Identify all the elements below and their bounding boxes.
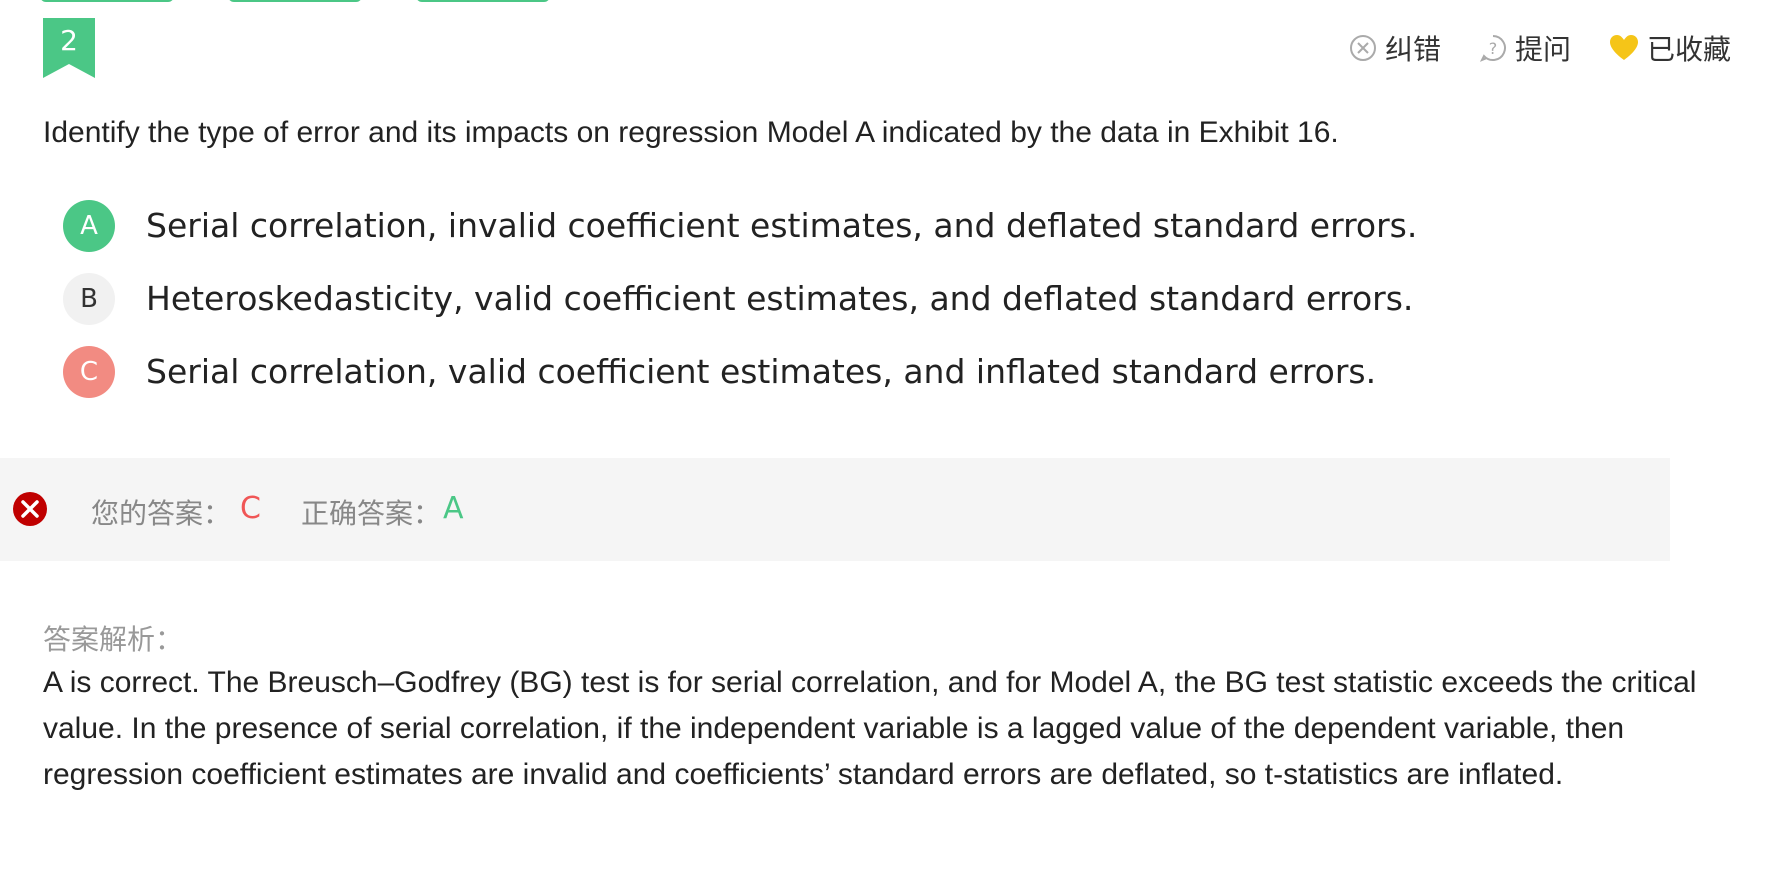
- question-text: Identify the type of error and its impac…: [43, 116, 1339, 149]
- option-a[interactable]: A Serial correlation, invalid coefficien…: [63, 189, 1417, 262]
- question-number-badge: 2: [43, 18, 95, 78]
- explanation-label: 答案解析：: [43, 623, 184, 656]
- report-error-button[interactable]: 纠错: [1349, 28, 1441, 68]
- option-c-badge: C: [63, 345, 115, 398]
- close-circle-icon: [1349, 35, 1376, 61]
- ask-question-label: 提问: [1514, 33, 1571, 66]
- ask-question-button[interactable]: ? 提问: [1479, 28, 1571, 68]
- report-error-label: 纠错: [1384, 33, 1441, 66]
- option-c-text: Serial correlation, valid coefficient es…: [146, 352, 1377, 391]
- question-bubble-icon: ?: [1479, 35, 1506, 62]
- option-a-badge: A: [63, 199, 115, 252]
- option-b-text: Heteroskedasticity, valid coefficient es…: [146, 279, 1414, 318]
- options-list: A Serial correlation, invalid coefficien…: [63, 189, 1417, 408]
- correct-answer-label: 正确答案：: [301, 497, 442, 530]
- your-answer-value: C: [240, 491, 261, 526]
- svg-text:?: ?: [1489, 39, 1498, 58]
- option-a-text: Serial correlation, invalid coefficient …: [146, 206, 1418, 245]
- option-b[interactable]: B Heteroskedasticity, valid coefficient …: [63, 262, 1417, 335]
- option-b-badge: B: [63, 272, 115, 325]
- question-number: 2: [60, 24, 78, 57]
- question-toolbar: 纠错 ? 提问 已收藏: [1349, 28, 1731, 68]
- correct-answer-value: A: [443, 491, 464, 526]
- top-tab-1[interactable]: [40, 0, 174, 2]
- favorite-label: 已收藏: [1646, 33, 1731, 66]
- wrong-answer-icon: [13, 492, 47, 526]
- option-c[interactable]: C Serial correlation, valid coefficient …: [63, 335, 1417, 408]
- answer-result-bar: 您的答案： C 正确答案： A: [0, 458, 1670, 561]
- favorite-button[interactable]: 已收藏: [1609, 28, 1731, 68]
- your-answer-label: 您的答案：: [91, 497, 232, 530]
- top-tab-2[interactable]: [228, 0, 362, 2]
- heart-icon: [1609, 35, 1638, 60]
- explanation-text: A is correct. The Breusch–Godfrey (BG) t…: [43, 666, 1697, 791]
- top-tab-3[interactable]: [416, 0, 550, 2]
